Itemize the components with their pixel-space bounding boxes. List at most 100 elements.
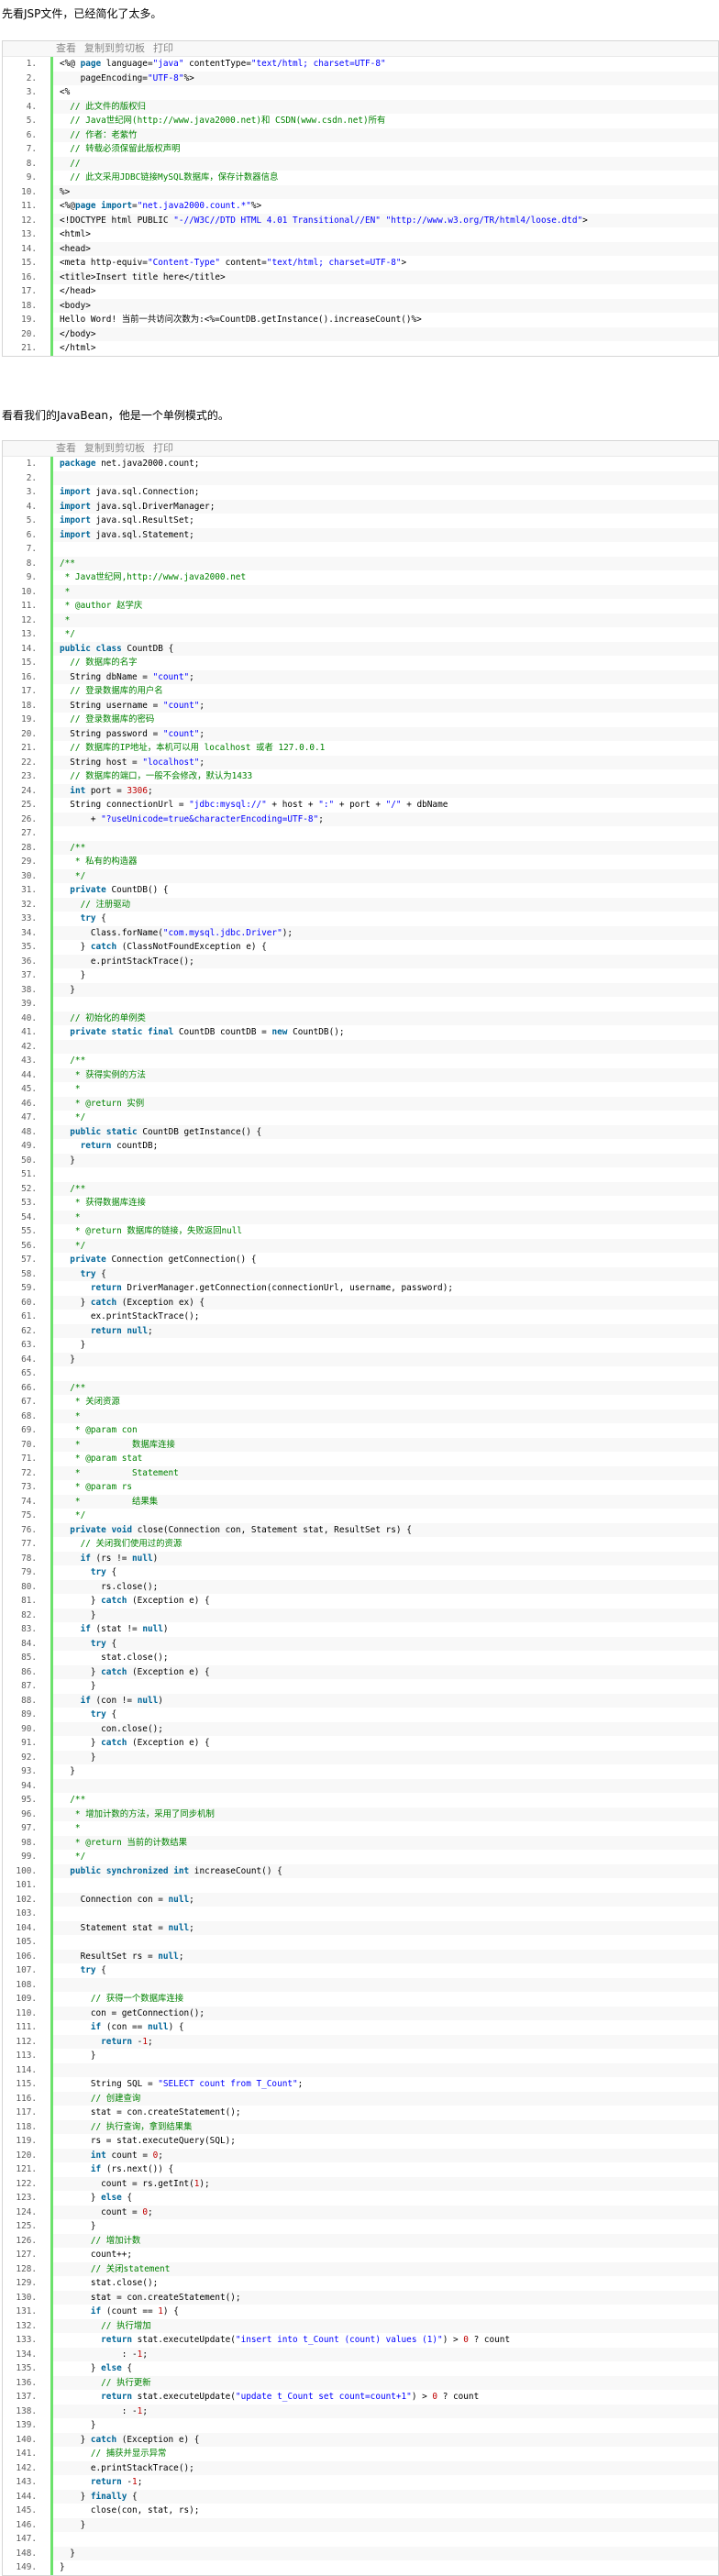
print-link[interactable]: 打印 bbox=[153, 42, 173, 54]
line-number: 86. bbox=[21, 1666, 37, 1677]
code-text: * 获得实例的方法 bbox=[60, 1069, 146, 1080]
line-number: 52. bbox=[21, 1183, 37, 1194]
code-line: 16. <title>Insert title here</title> bbox=[21, 270, 718, 284]
code-line: 87. } bbox=[21, 1679, 718, 1694]
code-line: 41. private static final CountDB countDB… bbox=[21, 1025, 718, 1040]
code-line: 48. public static CountDB getInstance() … bbox=[21, 1124, 718, 1139]
code-text: // 执行更新 bbox=[60, 2377, 151, 2388]
code-text: e.printStackTrace(); bbox=[60, 2462, 194, 2473]
code-text: * Java世纪网,http://www.java2000.net bbox=[60, 572, 247, 582]
code-text: } bbox=[60, 2420, 96, 2430]
code-line: 42. bbox=[21, 1039, 718, 1054]
line-number: 19. bbox=[21, 714, 37, 724]
view-link[interactable]: 查看 bbox=[56, 42, 76, 54]
code-line: 15. <meta http-equiv="Content-Type" conte… bbox=[21, 256, 718, 271]
code-text: int count = 0; bbox=[90, 2150, 163, 2161]
code-text: close(con, stat, rs); bbox=[60, 2505, 200, 2515]
line-number: 35. bbox=[21, 942, 37, 952]
code-text: } bbox=[60, 1354, 75, 1365]
print-link[interactable]: 打印 bbox=[153, 442, 173, 454]
copy-link[interactable]: 复制到剪切板 bbox=[84, 442, 145, 454]
line-number: 6. bbox=[26, 129, 37, 140]
code-line: 96. * 增加计数的方法，采用了同步机制 bbox=[21, 1807, 718, 1821]
code-line: 20. String password = "count"; bbox=[21, 726, 718, 741]
line-number: 77. bbox=[21, 1539, 37, 1549]
code-text: /** bbox=[60, 1382, 86, 1393]
code-text: */ bbox=[60, 1510, 86, 1520]
code-text: <body> bbox=[60, 300, 91, 311]
line-number: 10. bbox=[21, 186, 37, 197]
line-number: 8. bbox=[26, 558, 37, 569]
code-line: 61. ex.printStackTrace(); bbox=[21, 1310, 718, 1324]
line-number: 106. bbox=[16, 1951, 37, 1962]
code-line: 7. bbox=[27, 542, 718, 557]
line-number: 28. bbox=[21, 842, 37, 853]
code-line: 134. : -1; bbox=[16, 2347, 718, 2361]
code-text: return -1; bbox=[90, 2477, 143, 2487]
code-line: 111. if (con == null) { bbox=[16, 2020, 718, 2035]
line-number: 33. bbox=[21, 913, 37, 923]
line-number: 63. bbox=[21, 1340, 37, 1350]
copy-link[interactable]: 复制到剪切板 bbox=[84, 42, 145, 54]
line-number: 129. bbox=[16, 2278, 37, 2288]
line-number: 103. bbox=[16, 1908, 37, 1918]
code-lines: 1. <%@ page language="java" contentType="… bbox=[21, 57, 718, 356]
code-text: Connection con = null; bbox=[60, 1894, 194, 1905]
line-number: 144. bbox=[16, 2491, 37, 2502]
line-number: 31. bbox=[21, 885, 37, 895]
line-number: 121. bbox=[16, 2164, 37, 2174]
code-text: // 数据库的名字 bbox=[60, 658, 138, 668]
code-text: } else { bbox=[60, 2363, 133, 2373]
code-line: 4. // 此文件的版权归 bbox=[27, 99, 718, 114]
line-number: 16. bbox=[21, 671, 37, 682]
code-line: 50. } bbox=[21, 1153, 718, 1167]
code-line: 78. if (rs != null) bbox=[21, 1551, 718, 1565]
code-line: 80. rs.close(); bbox=[21, 1579, 718, 1594]
code-line: 103. bbox=[16, 1907, 718, 1921]
code-text: package net.java2000.count; bbox=[60, 459, 200, 469]
code-text: } bbox=[60, 1752, 96, 1763]
code-text: } bbox=[60, 1155, 75, 1166]
code-line: 72. * Statement bbox=[21, 1465, 718, 1480]
code-line: 101. bbox=[16, 1878, 718, 1893]
code-text: * bbox=[60, 1823, 81, 1833]
code-line: 83. if (stat != null) bbox=[21, 1622, 718, 1637]
code-line: 93. } bbox=[21, 1764, 718, 1779]
line-number: 14. bbox=[21, 643, 37, 654]
code-text: try { bbox=[80, 1965, 106, 1975]
view-link[interactable]: 查看 bbox=[56, 442, 76, 454]
code-text: return stat.executeUpdate("update t_Coun… bbox=[101, 2392, 480, 2402]
code-text: rs.close(); bbox=[60, 1581, 159, 1592]
code-line: 90. con.close(); bbox=[21, 1721, 718, 1736]
code-line: 109. // 获得一个数据库连接 bbox=[16, 1992, 718, 2007]
line-number: 93. bbox=[21, 1766, 37, 1776]
code-text: */ bbox=[60, 1852, 86, 1862]
line-number: 134. bbox=[16, 2349, 37, 2360]
code-text: // 创建查询 bbox=[60, 2093, 141, 2104]
code-text: stat.close(); bbox=[60, 2278, 159, 2288]
code-line: 122. count = rs.getInt(1); bbox=[16, 2176, 718, 2191]
code-text: // 执行增加 bbox=[60, 2320, 151, 2331]
code-text: con.close(); bbox=[60, 1723, 163, 1734]
code-line: 119. rs = stat.executeQuery(SQL); bbox=[16, 2134, 718, 2149]
code-line: 64. } bbox=[21, 1352, 718, 1366]
code-text: String connectionUrl = "jdbc:mysql://" +… bbox=[60, 800, 448, 810]
line-number: 101. bbox=[16, 1880, 37, 1890]
code-text: * bbox=[60, 1084, 81, 1094]
code-line: 57. private Connection getConnection() { bbox=[21, 1253, 718, 1267]
code-line: 73. * @param rs bbox=[21, 1480, 718, 1495]
code-text: try { bbox=[80, 913, 106, 923]
code-text: String host = "localhost"; bbox=[60, 757, 205, 768]
code-text: if (con != null) bbox=[80, 1695, 163, 1706]
code-text: } catch (ClassNotFoundException e) { bbox=[60, 942, 267, 952]
code-text: return stat.executeUpdate("insert into t… bbox=[101, 2335, 511, 2345]
line-number: 58. bbox=[21, 1268, 37, 1279]
line-number: 110. bbox=[16, 2007, 37, 2018]
